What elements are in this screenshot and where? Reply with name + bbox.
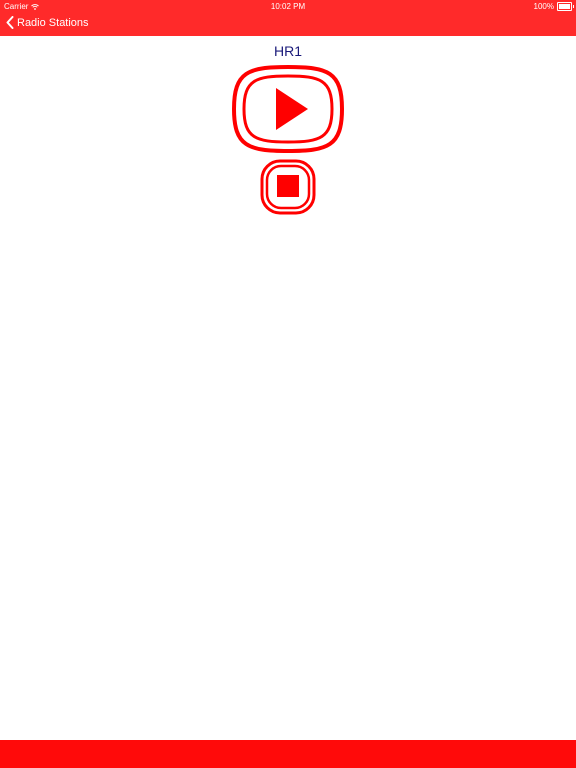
back-button[interactable]: Radio Stations — [6, 16, 89, 29]
play-icon — [231, 64, 345, 154]
nav-bar: Radio Stations — [0, 12, 576, 36]
play-button[interactable] — [231, 64, 345, 154]
stop-button[interactable] — [260, 159, 316, 215]
header: Carrier 10:02 PM 100% Radio Stations — [0, 0, 576, 36]
stop-icon — [260, 159, 316, 215]
screen: Carrier 10:02 PM 100% Radio Stations HR1 — [0, 0, 576, 768]
status-time: 10:02 PM — [270, 2, 306, 11]
battery-percent: 100% — [533, 2, 554, 11]
back-button-label: Radio Stations — [17, 16, 89, 29]
battery-fill — [559, 4, 570, 9]
status-bar: Carrier 10:02 PM 100% — [0, 0, 576, 12]
status-right: 100% — [533, 2, 574, 11]
chevron-left-icon — [6, 16, 14, 29]
bottom-bar — [0, 740, 576, 768]
station-title: HR1 — [273, 43, 302, 59]
battery-icon — [557, 2, 574, 11]
